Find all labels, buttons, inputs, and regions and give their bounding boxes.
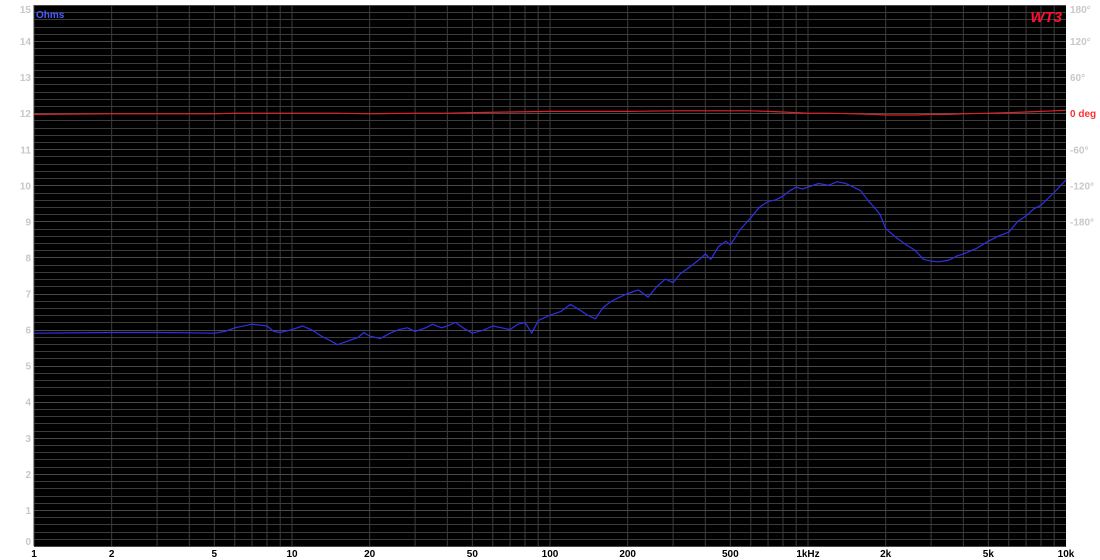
y-tick-label-left: 14 bbox=[20, 37, 32, 48]
x-tick-label: 1 bbox=[31, 549, 37, 560]
x-tick-label: 10 bbox=[286, 549, 298, 560]
y-tick-label-right: 60° bbox=[1070, 73, 1085, 84]
y-tick-label-left: 10 bbox=[20, 181, 32, 192]
x-tick-label: 500 bbox=[722, 549, 739, 560]
x-axis: 1 2 5 10 20 50 100 200 500 1kHz 2k 5k 10k bbox=[31, 549, 1075, 560]
y-tick-label-right: -120° bbox=[1070, 181, 1094, 192]
y-tick-label-left: 1 bbox=[25, 506, 31, 517]
y-tick-label-left: 6 bbox=[25, 326, 31, 337]
y-tick-label-left: 7 bbox=[25, 290, 31, 301]
x-tick-label: 10k bbox=[1058, 549, 1075, 560]
y-tick-label-left: 4 bbox=[25, 398, 31, 409]
left-axis-title: Ohms bbox=[36, 10, 65, 21]
y-tick-label-left: 13 bbox=[20, 73, 32, 84]
y-tick-label-right: 180° bbox=[1070, 5, 1091, 16]
impedance-chart: 0123456789101112131415 180°120°60°0 deg-… bbox=[20, 5, 1096, 560]
y-tick-label-left: 9 bbox=[25, 217, 31, 228]
y-tick-label-right: -60° bbox=[1070, 145, 1088, 156]
y-tick-label-right: -180° bbox=[1070, 217, 1094, 228]
x-tick-label: 5k bbox=[983, 549, 995, 560]
y-tick-label-right: 120° bbox=[1070, 37, 1091, 48]
y-tick-label-left: 3 bbox=[25, 434, 31, 445]
brand-logo: WT3 bbox=[1030, 9, 1062, 26]
x-tick-label: 200 bbox=[619, 549, 636, 560]
x-tick-label: 5 bbox=[212, 549, 218, 560]
x-tick-label: 1kHz bbox=[796, 549, 819, 560]
y-tick-label-left: 15 bbox=[20, 5, 32, 16]
x-tick-label: 2 bbox=[109, 549, 115, 560]
x-tick-label: 50 bbox=[467, 549, 479, 560]
y-tick-label-left: 2 bbox=[25, 470, 31, 481]
y-tick-label-right: 0 deg bbox=[1070, 109, 1096, 120]
y-tick-label-left: 12 bbox=[20, 109, 32, 120]
x-tick-label: 20 bbox=[364, 549, 376, 560]
right-axis: 180° 120° 60° 0 deg -60° -120° -180° bbox=[1070, 5, 1096, 228]
x-tick-label: 100 bbox=[542, 549, 559, 560]
x-tick-label: 2k bbox=[880, 549, 892, 560]
y-tick-label-left: 0 bbox=[25, 537, 31, 548]
y-tick-label-left: 11 bbox=[20, 145, 31, 156]
left-axis: 0123456789101112131415 bbox=[20, 5, 32, 548]
y-tick-label-left: 8 bbox=[25, 253, 31, 264]
y-tick-label-left: 5 bbox=[25, 362, 31, 373]
